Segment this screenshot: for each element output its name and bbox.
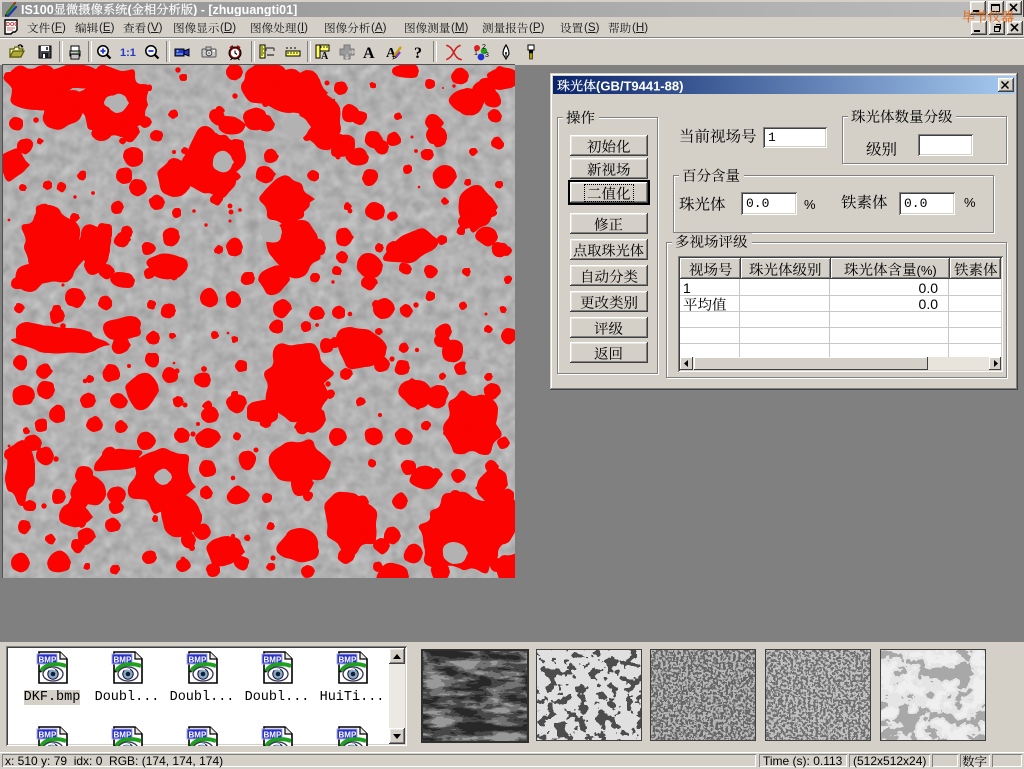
svg-text:(GB/T9441-88): (GB/T9441-88) <box>596 78 683 93</box>
svg-text:3: 3 <box>485 52 489 59</box>
svg-text:(%): (%) <box>916 262 936 276</box>
svg-text:2: 2 <box>482 44 486 51</box>
svg-text:?: ? <box>414 45 422 61</box>
svg-text:A: A <box>363 45 375 61</box>
svg-text:1: 1 <box>474 50 478 57</box>
svg-text:A: A <box>321 51 329 61</box>
svg-text:1:1: 1:1 <box>120 47 136 59</box>
svg-text:) - [zhuguangti01]: ) - [zhuguangti01] <box>193 3 297 16</box>
svg-text:(: ( <box>128 3 133 16</box>
svg-text:DOC: DOC <box>6 22 18 28</box>
svg-text:IS100: IS100 <box>21 3 54 16</box>
